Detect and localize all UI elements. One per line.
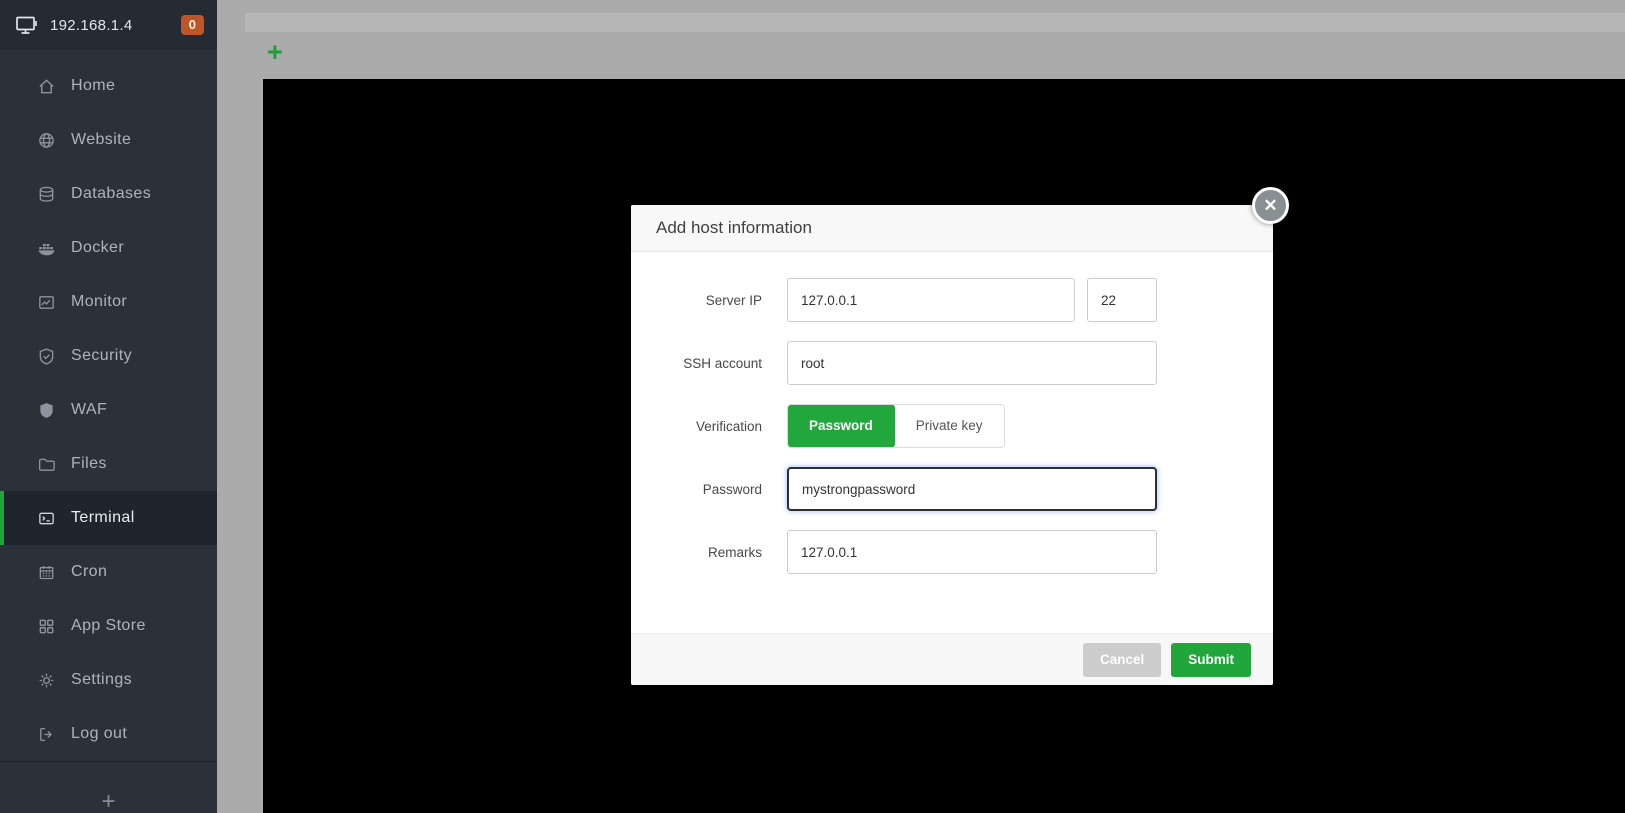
add-host-modal: ✕ Add host information Server IP SSH acc…	[631, 187, 1289, 685]
verification-field-label: Verification	[695, 418, 762, 434]
verification-option-private-key[interactable]: Private key	[894, 405, 1004, 447]
sidebar-item-label: Cron	[71, 563, 108, 580]
ssh-account-field-label: SSH account	[683, 355, 762, 371]
sidebar-item-label: Settings	[71, 671, 133, 688]
sidebar-item-log-out[interactable]: Log out	[0, 707, 217, 761]
sidebar-item-monitor[interactable]: Monitor	[0, 275, 217, 329]
notification-badge: 0	[180, 15, 204, 35]
sidebar-item-label: Website	[71, 131, 132, 148]
globe-icon	[39, 132, 54, 148]
folder-icon	[38, 458, 55, 471]
sidebar-item-waf[interactable]: WAF	[0, 383, 217, 437]
sidebar-item-files[interactable]: Files	[0, 437, 217, 491]
sidebar-item-security[interactable]: Security	[0, 329, 217, 383]
sidebar-item-label: Docker	[71, 239, 125, 256]
docker-icon	[38, 243, 55, 255]
calendar-icon	[39, 565, 54, 579]
sidebar-item-home[interactable]: Home	[0, 59, 217, 113]
sidebar-item-label: Security	[71, 347, 132, 364]
window-top-band	[245, 13, 1625, 32]
remarks-input[interactable]	[787, 530, 1157, 574]
sidebar: 192.168.1.4 0 Home Website Databases Doc…	[0, 0, 217, 813]
form-row-server-ip: Server IP	[631, 278, 1273, 322]
ssh-port-input[interactable]	[1087, 278, 1157, 322]
sidebar-nav: Home Website Databases Docker Monitor Se…	[0, 50, 217, 761]
sidebar-item-cron[interactable]: Cron	[0, 545, 217, 599]
gear-icon	[39, 673, 54, 687]
add-terminal-tab-icon[interactable]: +	[267, 39, 283, 66]
computer-icon	[16, 16, 37, 34]
app-grid-icon	[39, 619, 54, 633]
shield-icon	[40, 402, 53, 418]
modal-footer: Cancel Submit	[631, 633, 1273, 685]
sidebar-item-label: App Store	[71, 617, 146, 634]
sidebar-item-label: Files	[71, 455, 107, 472]
password-field-label: Password	[702, 481, 762, 497]
password-input[interactable]	[787, 467, 1157, 511]
sidebar-expand-plus-icon[interactable]: +	[101, 790, 115, 813]
terminal-tab-bar: +	[245, 32, 1625, 79]
database-icon	[39, 186, 54, 202]
form-row-password: Password	[631, 467, 1273, 511]
verification-option-password[interactable]: Password	[787, 405, 895, 447]
sidebar-item-databases[interactable]: Databases	[0, 167, 217, 221]
sidebar-item-label: WAF	[71, 401, 108, 418]
sidebar-item-label: Terminal	[71, 509, 135, 526]
form-row-verification: Verification Password Private key	[631, 404, 1273, 448]
form-row-remarks: Remarks	[631, 530, 1273, 574]
sidebar-item-website[interactable]: Website	[0, 113, 217, 167]
remarks-field-label: Remarks	[707, 544, 762, 560]
sidebar-item-label: Monitor	[71, 293, 128, 310]
terminal-icon	[39, 512, 54, 524]
sidebar-item-label: Databases	[71, 185, 152, 202]
submit-button[interactable]: Submit	[1171, 642, 1251, 677]
modal-body: Server IP SSH account Verification Passw…	[631, 252, 1273, 574]
sidebar-item-app-store[interactable]: App Store	[0, 599, 217, 653]
cancel-button[interactable]: Cancel	[1082, 642, 1162, 677]
server-ip-field-label: Server IP	[705, 292, 762, 308]
sidebar-footer: +	[0, 761, 217, 813]
sidebar-item-docker[interactable]: Docker	[0, 221, 217, 275]
sidebar-item-label: Home	[71, 77, 116, 94]
sidebar-item-settings[interactable]: Settings	[0, 653, 217, 707]
logout-icon	[40, 727, 52, 741]
close-icon[interactable]: ✕	[1252, 187, 1289, 224]
sidebar-item-terminal[interactable]: Terminal	[0, 491, 217, 545]
verification-toggle-group: Password Private key	[787, 404, 1005, 448]
modal-header: Add host information	[631, 205, 1273, 252]
sidebar-item-label: Log out	[71, 725, 128, 742]
home-icon	[39, 78, 54, 93]
sidebar-header: 192.168.1.4 0	[0, 0, 217, 50]
ssh-account-input[interactable]	[787, 341, 1157, 385]
form-row-ssh-account: SSH account	[631, 341, 1273, 385]
server-ip-label: 192.168.1.4	[50, 16, 133, 34]
monitor-icon	[39, 295, 54, 309]
modal-title: Add host information	[656, 218, 812, 237]
server-ip-input[interactable]	[787, 278, 1075, 322]
shield-check-icon	[39, 347, 54, 365]
